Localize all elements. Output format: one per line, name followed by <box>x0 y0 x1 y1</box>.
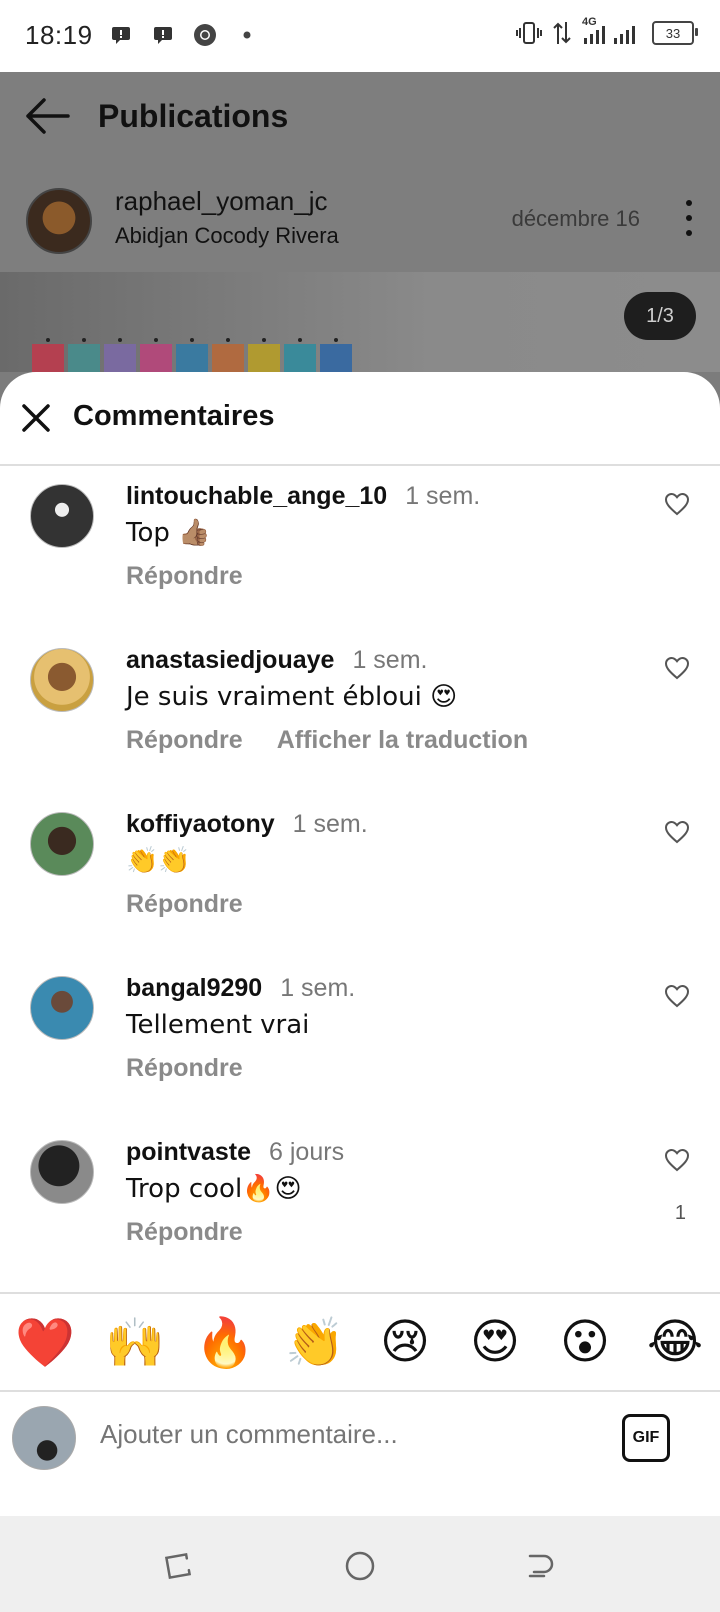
reaction-fire[interactable]: 🔥 <box>195 1312 255 1372</box>
comment-header: anastasiedjouaye 1 sem. <box>126 646 427 675</box>
recent-apps-icon[interactable] <box>162 1550 194 1582</box>
close-icon[interactable] <box>20 402 52 434</box>
reaction-heart-eyes[interactable]: 😍 <box>465 1312 525 1372</box>
like-heart-icon[interactable] <box>664 820 690 844</box>
comment-header: pointvaste 6 jours <box>126 1138 344 1167</box>
comment-time: 1 sem. <box>292 810 368 838</box>
reaction-raised-hands[interactable]: 🙌 <box>105 1312 165 1372</box>
reaction-laughing[interactable]: 😂 <box>645 1312 705 1372</box>
commenter-avatar[interactable] <box>30 976 94 1040</box>
home-circle-icon[interactable] <box>344 1550 376 1582</box>
comment-header: bangal9290 1 sem. <box>126 974 355 1003</box>
commenter-username[interactable]: bangal9290 <box>126 974 262 1002</box>
signal-icon: 4G <box>582 16 642 46</box>
comment-actions: Répondre <box>126 890 243 919</box>
comment-item: pointvaste 6 jours Trop cool🔥😍 Répondre 1 <box>0 1122 720 1286</box>
gif-button[interactable]: GIF <box>622 1414 670 1462</box>
post-author-avatar[interactable] <box>26 188 92 254</box>
system-nav-bar <box>0 1516 720 1612</box>
comment-header: koffiyaotony 1 sem. <box>126 810 368 839</box>
translate-button[interactable]: Afficher la traduction <box>277 726 528 754</box>
post-location[interactable]: Abidjan Cocody Rivera <box>115 223 339 249</box>
battery-icon: 33 <box>652 21 698 45</box>
comment-time: 1 sem. <box>405 482 481 510</box>
post-image[interactable]: 1/3 <box>0 272 720 372</box>
quick-reactions-bar: ❤️ 🙌 🔥 👏 😢 😍 😮 😂 <box>0 1292 720 1392</box>
comment-text: Tellement vrai <box>126 1010 310 1040</box>
reply-button[interactable]: Répondre <box>126 726 243 754</box>
status-time: 18:19 <box>25 20 93 50</box>
comment-header: lintouchable_ange_10 1 sem. <box>126 482 480 511</box>
like-heart-icon[interactable] <box>664 1148 690 1172</box>
comment-text: Trop cool🔥😍 <box>126 1174 302 1204</box>
reply-button[interactable]: Répondre <box>126 890 243 918</box>
message-notification-icon <box>108 22 134 48</box>
comment-text: Je suis vraiment ébloui 😍 <box>126 682 458 712</box>
network-type: 4G <box>582 16 597 28</box>
commenter-avatar[interactable] <box>30 812 94 876</box>
current-user-avatar <box>12 1406 76 1470</box>
reaction-surprised[interactable]: 😮 <box>555 1312 615 1372</box>
comment-item: lintouchable_ange_10 1 sem. Top 👍🏽 Répond… <box>0 466 720 630</box>
commenter-username[interactable]: koffiyaotony <box>126 810 275 838</box>
comment-list: lintouchable_ange_10 1 sem. Top 👍🏽 Répond… <box>0 466 720 1292</box>
commenter-username[interactable]: anastasiedjouaye <box>126 646 334 674</box>
image-counter-badge: 1/3 <box>624 292 696 340</box>
comment-input[interactable] <box>98 1418 562 1451</box>
post-username[interactable]: raphael_yoman_jc <box>115 186 327 217</box>
commenter-avatar[interactable] <box>30 1140 94 1204</box>
reply-button[interactable]: Répondre <box>126 1054 243 1082</box>
data-transfer-icon <box>553 22 571 44</box>
commenter-avatar[interactable] <box>30 484 94 548</box>
comment-text: 👏👏 <box>126 846 191 876</box>
reaction-heart[interactable]: ❤️ <box>15 1312 75 1372</box>
comment-composer: GIF <box>0 1390 720 1486</box>
vibrate-icon <box>516 22 542 44</box>
chrome-icon <box>192 22 218 48</box>
comment-actions: Répondre <box>126 562 243 591</box>
like-heart-icon[interactable] <box>664 656 690 680</box>
commenter-username[interactable]: pointvaste <box>126 1138 251 1166</box>
like-count: 1 <box>674 1202 686 1224</box>
comment-item: anastasiedjouaye 1 sem. Je suis vraiment … <box>0 630 720 794</box>
like-heart-icon[interactable] <box>664 984 690 1008</box>
dot-icon <box>234 22 260 48</box>
notification-icons <box>108 22 260 48</box>
comment-time: 6 jours <box>269 1138 345 1166</box>
comment-actions: Répondre Afficher la traduction <box>126 726 528 755</box>
commenter-avatar[interactable] <box>30 648 94 712</box>
reply-button[interactable]: Répondre <box>126 1218 243 1246</box>
post-background: Publications raphael_yoman_jc Abidjan Co… <box>0 72 720 372</box>
system-icons: 4G 33 <box>516 16 698 46</box>
sheet-header: Commentaires <box>0 372 720 466</box>
comment-time: 1 sem. <box>280 974 356 1002</box>
comment-item: bangal9290 1 sem. Tellement vrai Répondre <box>0 958 720 1122</box>
like-heart-icon[interactable] <box>664 492 690 516</box>
back-arrow-icon[interactable] <box>22 94 72 138</box>
reaction-clap[interactable]: 👏 <box>285 1312 345 1372</box>
post-date: décembre 16 <box>511 206 640 231</box>
page-title: Publications <box>98 98 289 134</box>
bunting-decoration <box>32 336 352 372</box>
comment-item: koffiyaotony 1 sem. 👏👏 Répondre <box>0 794 720 958</box>
comment-actions: Répondre <box>126 1054 243 1083</box>
comment-time: 1 sem. <box>352 646 428 674</box>
sheet-title: Commentaires <box>73 400 275 432</box>
back-nav-icon[interactable] <box>524 1550 556 1582</box>
message-notification-icon-2 <box>150 22 176 48</box>
reply-button[interactable]: Répondre <box>126 562 243 590</box>
commenter-username[interactable]: lintouchable_ange_10 <box>126 482 387 510</box>
comment-text: Top 👍🏽 <box>126 518 211 548</box>
comment-actions: Répondre <box>126 1218 243 1247</box>
more-options-icon[interactable] <box>686 200 694 236</box>
reaction-crying[interactable]: 😢 <box>375 1312 435 1372</box>
comments-sheet: Commentaires lintouchable_ange_10 1 sem. … <box>0 372 720 1516</box>
status-bar: 18:19 4G 33 <box>0 0 720 72</box>
